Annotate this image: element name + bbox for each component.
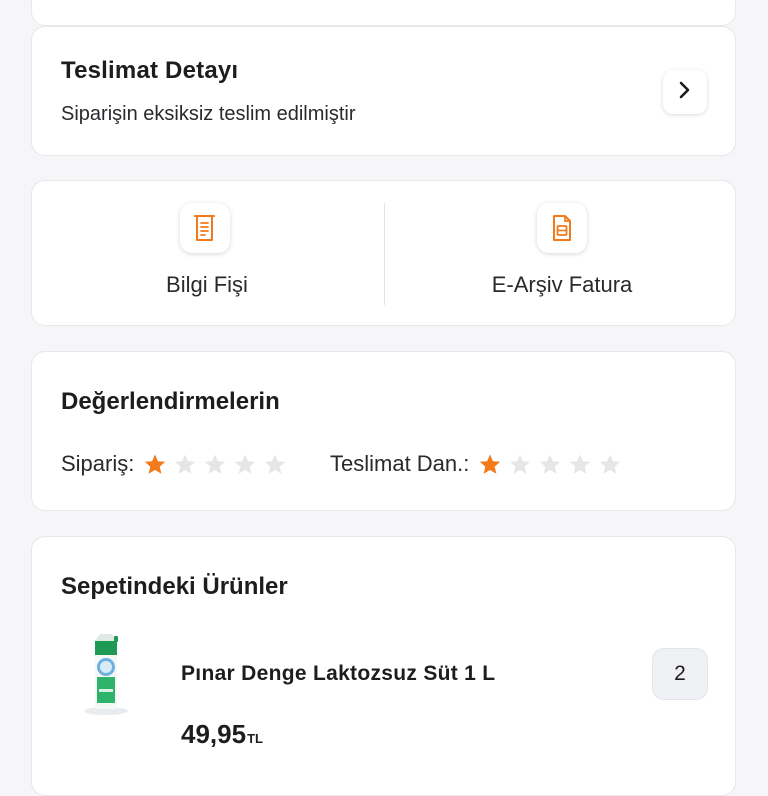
delivery-detail-card[interactable]: Teslimat Detayı Siparişin eksiksiz tesli… [31, 26, 736, 156]
star-empty-icon [565, 450, 595, 478]
order-stars [140, 450, 290, 478]
products-title: Sepetindeki Ürünler [61, 573, 288, 600]
delivery-stars [475, 450, 625, 478]
e-archive-invoice-label: E-Arşiv Fatura [491, 272, 633, 297]
star-filled-icon [140, 450, 170, 478]
star-filled-icon [475, 450, 505, 478]
info-receipt-button[interactable]: Bilgi Fişi [32, 181, 384, 327]
star-empty-icon [595, 450, 625, 478]
documents-card: Bilgi Fişi E-Arşiv Fatura [31, 180, 736, 326]
product-price: 49,95TL [181, 719, 263, 750]
cart-products-card: Sepetindeki Ürünler Pınar Denge Laktozsu… [31, 536, 736, 796]
receipt-icon [180, 203, 230, 253]
price-currency: TL [247, 731, 263, 746]
delivery-detail-button[interactable] [663, 70, 707, 114]
product-quantity-badge: 2 [652, 648, 708, 700]
star-empty-icon [200, 450, 230, 478]
invoice-icon [537, 203, 587, 253]
delivery-status: Siparişin eksiksiz teslim edilmiştir [61, 103, 356, 125]
star-empty-icon [505, 450, 535, 478]
ratings-title: Değerlendirmelerin [61, 388, 280, 415]
star-empty-icon [230, 450, 260, 478]
previous-section-card [31, 0, 736, 26]
order-rating-label: Sipariş: [61, 451, 135, 476]
delivery-rating: Teslimat Dan.: [330, 450, 625, 478]
star-empty-icon [535, 450, 565, 478]
chevron-right-icon [678, 80, 692, 105]
ratings-card: Değerlendirmelerin Sipariş: Teslimat Dan… [31, 351, 736, 511]
e-archive-invoice-button[interactable]: E-Arşiv Fatura [384, 181, 736, 327]
info-receipt-label: Bilgi Fişi [166, 272, 248, 297]
product-name[interactable]: Pınar Denge Laktozsuz Süt 1 L [181, 662, 495, 686]
order-rating: Sipariş: [61, 450, 290, 478]
star-empty-icon [260, 450, 290, 478]
delivery-rating-label: Teslimat Dan.: [330, 451, 470, 476]
milk-carton-image[interactable] [76, 631, 136, 717]
delivery-title: Teslimat Detayı [61, 57, 239, 84]
star-empty-icon [170, 450, 200, 478]
price-value: 49,95 [181, 719, 247, 749]
